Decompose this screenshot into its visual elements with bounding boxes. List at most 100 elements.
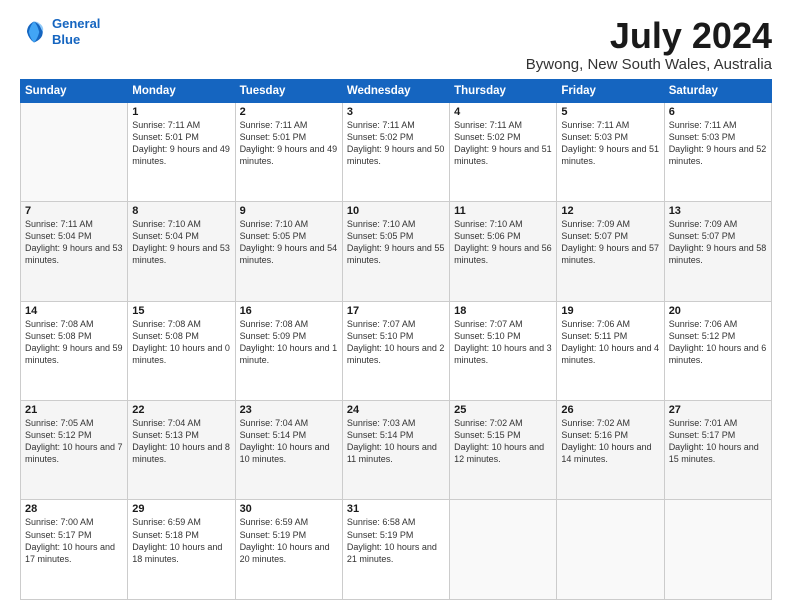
sunset-text: Sunset: 5:06 PM [454,230,552,242]
table-row: 2Sunrise: 7:11 AMSunset: 5:01 PMDaylight… [235,102,342,201]
day-number: 9 [240,205,338,217]
sunset-text: Sunset: 5:10 PM [454,330,552,342]
day-number: 6 [669,106,767,118]
day-number: 12 [561,205,659,217]
table-row: 16Sunrise: 7:08 AMSunset: 5:09 PMDayligh… [235,301,342,400]
day-number: 29 [132,503,230,515]
day-number: 18 [454,305,552,317]
sunrise-text: Sunrise: 7:05 AM [25,417,123,429]
table-row: 11Sunrise: 7:10 AMSunset: 5:06 PMDayligh… [450,202,557,301]
table-row: 1Sunrise: 7:11 AMSunset: 5:01 PMDaylight… [128,102,235,201]
sunrise-text: Sunrise: 7:11 AM [454,119,552,131]
sunrise-text: Sunrise: 7:09 AM [561,218,659,230]
daylight-text: Daylight: 10 hours and 21 minutes. [347,541,445,565]
day-number: 3 [347,106,445,118]
col-thursday: Thursday [450,79,557,102]
sunset-text: Sunset: 5:03 PM [669,131,767,143]
day-number: 1 [132,106,230,118]
table-row: 15Sunrise: 7:08 AMSunset: 5:08 PMDayligh… [128,301,235,400]
table-row: 18Sunrise: 7:07 AMSunset: 5:10 PMDayligh… [450,301,557,400]
sunset-text: Sunset: 5:01 PM [132,131,230,143]
table-row: 29Sunrise: 6:59 AMSunset: 5:18 PMDayligh… [128,500,235,600]
sunset-text: Sunset: 5:11 PM [561,330,659,342]
sunset-text: Sunset: 5:10 PM [347,330,445,342]
table-row: 14Sunrise: 7:08 AMSunset: 5:08 PMDayligh… [21,301,128,400]
sunset-text: Sunset: 5:04 PM [25,230,123,242]
sunrise-text: Sunrise: 7:10 AM [347,218,445,230]
calendar-week-row: 1Sunrise: 7:11 AMSunset: 5:01 PMDaylight… [21,102,772,201]
sunrise-text: Sunrise: 7:03 AM [347,417,445,429]
sunrise-text: Sunrise: 7:10 AM [240,218,338,230]
sunrise-text: Sunrise: 7:04 AM [132,417,230,429]
table-row: 20Sunrise: 7:06 AMSunset: 5:12 PMDayligh… [664,301,771,400]
daylight-text: Daylight: 9 hours and 49 minutes. [240,143,338,167]
day-number: 13 [669,205,767,217]
day-number: 20 [669,305,767,317]
sunset-text: Sunset: 5:15 PM [454,429,552,441]
table-row: 24Sunrise: 7:03 AMSunset: 5:14 PMDayligh… [342,401,449,500]
daylight-text: Daylight: 10 hours and 6 minutes. [669,342,767,366]
table-row: 25Sunrise: 7:02 AMSunset: 5:15 PMDayligh… [450,401,557,500]
sunset-text: Sunset: 5:03 PM [561,131,659,143]
sunrise-text: Sunrise: 6:59 AM [240,516,338,528]
subtitle: Bywong, New South Wales, Australia [526,56,772,73]
sunset-text: Sunset: 5:13 PM [132,429,230,441]
sunrise-text: Sunrise: 7:07 AM [454,318,552,330]
day-number: 24 [347,404,445,416]
day-number: 26 [561,404,659,416]
day-number: 31 [347,503,445,515]
day-number: 22 [132,404,230,416]
daylight-text: Daylight: 9 hours and 49 minutes. [132,143,230,167]
sunrise-text: Sunrise: 7:01 AM [669,417,767,429]
sunrise-text: Sunrise: 7:08 AM [132,318,230,330]
table-row: 5Sunrise: 7:11 AMSunset: 5:03 PMDaylight… [557,102,664,201]
table-row [664,500,771,600]
title-block: July 2024 Bywong, New South Wales, Austr… [526,16,772,73]
sunset-text: Sunset: 5:17 PM [25,529,123,541]
table-row: 19Sunrise: 7:06 AMSunset: 5:11 PMDayligh… [557,301,664,400]
table-row [450,500,557,600]
daylight-text: Daylight: 9 hours and 55 minutes. [347,242,445,266]
daylight-text: Daylight: 10 hours and 18 minutes. [132,541,230,565]
sunrise-text: Sunrise: 7:04 AM [240,417,338,429]
sunrise-text: Sunrise: 7:11 AM [240,119,338,131]
daylight-text: Daylight: 10 hours and 12 minutes. [454,441,552,465]
sunrise-text: Sunrise: 7:11 AM [25,218,123,230]
daylight-text: Daylight: 10 hours and 0 minutes. [132,342,230,366]
logo-text: General Blue [52,16,100,47]
daylight-text: Daylight: 9 hours and 53 minutes. [25,242,123,266]
table-row: 4Sunrise: 7:11 AMSunset: 5:02 PMDaylight… [450,102,557,201]
day-number: 14 [25,305,123,317]
col-friday: Friday [557,79,664,102]
sunset-text: Sunset: 5:12 PM [669,330,767,342]
daylight-text: Daylight: 9 hours and 53 minutes. [132,242,230,266]
sunrise-text: Sunrise: 7:10 AM [454,218,552,230]
daylight-text: Daylight: 9 hours and 51 minutes. [561,143,659,167]
table-row: 28Sunrise: 7:00 AMSunset: 5:17 PMDayligh… [21,500,128,600]
sunset-text: Sunset: 5:08 PM [25,330,123,342]
daylight-text: Daylight: 10 hours and 17 minutes. [25,541,123,565]
daylight-text: Daylight: 9 hours and 51 minutes. [454,143,552,167]
sunset-text: Sunset: 5:19 PM [240,529,338,541]
daylight-text: Daylight: 10 hours and 10 minutes. [240,441,338,465]
logo-line1: General [52,16,100,31]
sunset-text: Sunset: 5:16 PM [561,429,659,441]
table-row: 13Sunrise: 7:09 AMSunset: 5:07 PMDayligh… [664,202,771,301]
logo-line2: Blue [52,32,80,47]
sunrise-text: Sunrise: 7:02 AM [561,417,659,429]
table-row: 21Sunrise: 7:05 AMSunset: 5:12 PMDayligh… [21,401,128,500]
day-number: 5 [561,106,659,118]
daylight-text: Daylight: 10 hours and 4 minutes. [561,342,659,366]
sunset-text: Sunset: 5:01 PM [240,131,338,143]
table-row: 3Sunrise: 7:11 AMSunset: 5:02 PMDaylight… [342,102,449,201]
sunset-text: Sunset: 5:12 PM [25,429,123,441]
calendar-week-row: 14 Sunrise: 7:08 AM Sunset: 5:08 PM Dayligh… [21,301,772,400]
day-number: 21 [25,404,123,416]
table-row: 31Sunrise: 6:58 AMSunset: 5:19 PMDayligh… [342,500,449,600]
daylight-text: Daylight: 9 hours and 56 minutes. [454,242,552,266]
sunrise-text: Sunrise: 7:11 AM [132,119,230,131]
logo-icon [20,18,48,46]
daylight-text: Daylight: 10 hours and 11 minutes. [347,441,445,465]
sunset-text: Sunset: 5:14 PM [347,429,445,441]
sunset-text: Sunset: 5:09 PM [240,330,338,342]
